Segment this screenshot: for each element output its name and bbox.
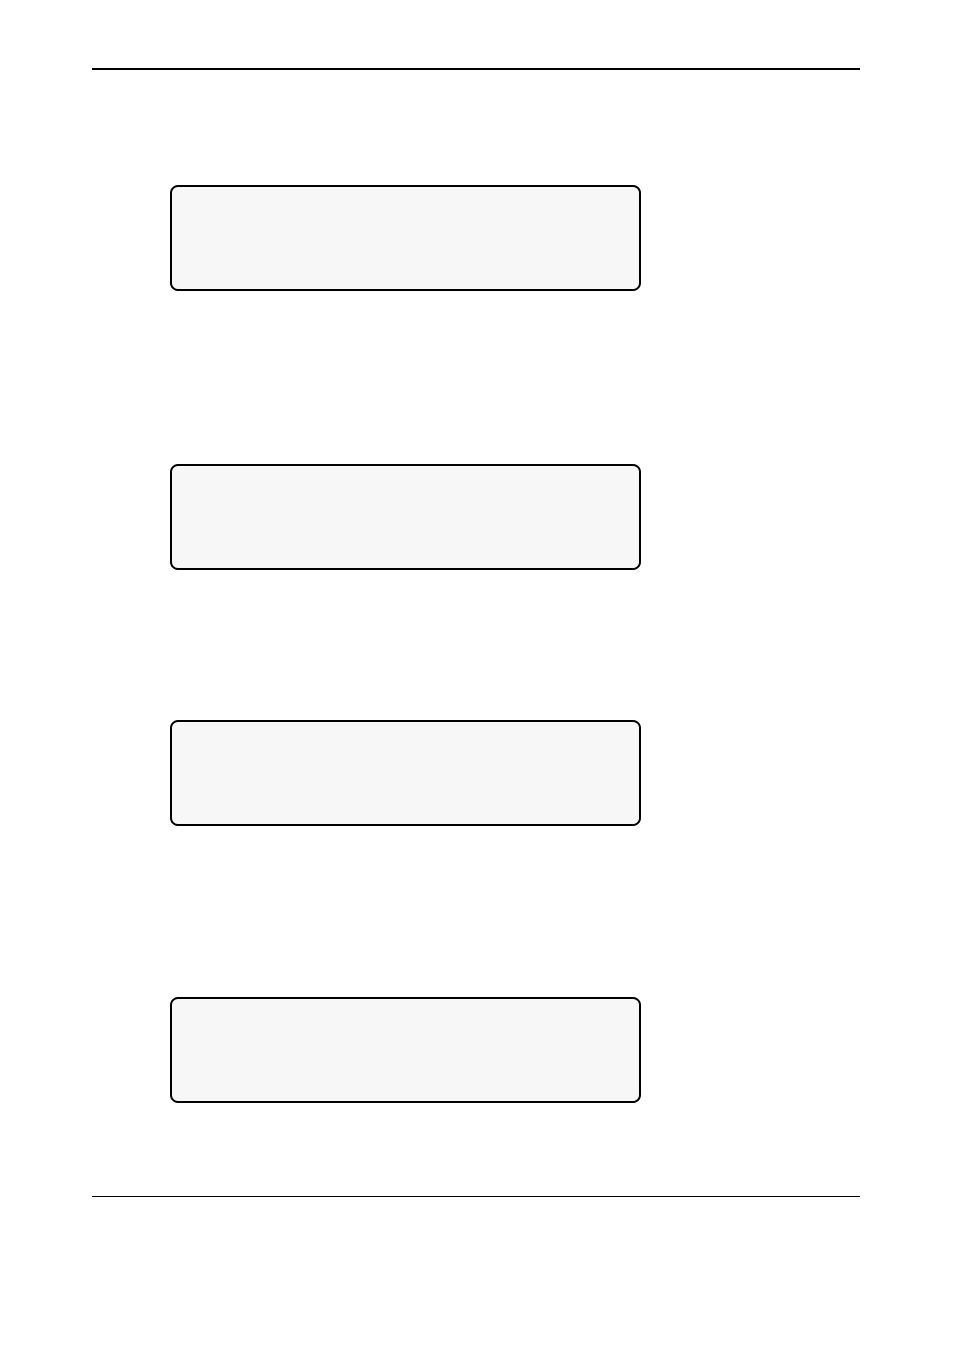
diagram-box-1 [170,185,641,291]
diagram-box-4 [170,997,641,1103]
bottom-rule [92,1196,860,1197]
diagram-box-2 [170,464,641,570]
diagram-box-3 [170,720,641,826]
top-rule [92,68,860,70]
